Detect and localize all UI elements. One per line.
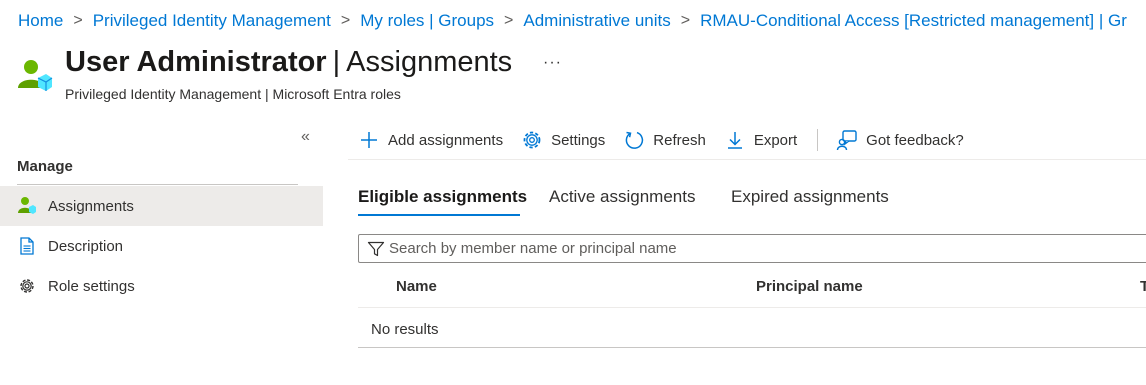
manage-heading: Manage [17,158,73,175]
active-tab-indicator [358,214,520,216]
feedback-button[interactable]: Got feedback? [836,129,964,151]
more-options-button[interactable]: ··· [543,54,562,72]
sidebar-item-label: Assignments [48,197,134,215]
breadcrumb-home[interactable]: Home [18,11,63,31]
breadcrumb-pim[interactable]: Privileged Identity Management [93,11,331,31]
page-title: User Administrator | Assignments [65,46,512,79]
settings-label: Settings [551,131,606,149]
tab-expired-assignments[interactable]: Expired assignments [731,187,889,207]
page-subtitle: Privileged Identity Management | Microso… [65,86,401,102]
refresh-icon [623,129,645,151]
table-header-divider [358,307,1146,308]
refresh-button[interactable]: Refresh [623,129,706,151]
search-box [358,234,1146,263]
breadcrumb-rmau[interactable]: RMAU-Conditional Access [Restricted mana… [700,11,1127,31]
document-icon [17,236,37,256]
no-results-text: No results [371,321,439,338]
add-assignments-button[interactable]: Add assignments [358,129,503,151]
chevron-right-icon: > [73,12,83,29]
sidebar-item-role-settings[interactable]: Role settings [0,266,323,306]
toolbar-divider-line [348,159,1146,160]
column-header-type[interactable]: T [1140,278,1146,295]
download-icon [724,129,746,151]
table-bottom-divider [358,347,1146,348]
breadcrumb-my-roles-groups[interactable]: My roles | Groups [360,11,494,31]
add-assignments-label: Add assignments [388,131,504,149]
chevron-right-icon: > [680,12,691,29]
page-title-separator: | [332,46,341,78]
chevron-right-icon: > [340,12,351,29]
column-header-principal-name[interactable]: Principal name [756,278,863,295]
sidebar-item-label: Role settings [48,277,135,295]
refresh-label: Refresh [653,131,706,149]
feedback-label: Got feedback? [866,131,964,149]
collapse-sidebar-icon[interactable]: « [301,128,310,146]
tab-active-assignments[interactable]: Active assignments [549,187,695,207]
page-title-section: Assignments [346,46,513,78]
filter-icon [367,240,385,258]
sidebar-item-assignments[interactable]: Assignments [0,186,323,226]
export-label: Export [753,131,798,149]
toolbar-divider [817,129,819,151]
gear-icon [17,276,37,296]
feedback-icon [836,129,858,151]
breadcrumb: Home > Privileged Identity Management > … [18,11,1127,31]
search-input[interactable] [389,240,1129,257]
command-bar: Add assignments Settings Refresh Export … [358,124,982,156]
breadcrumb-administrative-units[interactable]: Administrative units [523,11,670,31]
export-button[interactable]: Export [724,129,797,151]
gear-icon [521,129,543,151]
column-header-name[interactable]: Name [396,278,437,295]
sidebar-item-description[interactable]: Description [0,226,323,266]
user-role-icon [17,196,37,216]
user-role-icon [17,58,53,94]
chevron-right-icon: > [504,12,514,29]
tab-eligible-assignments[interactable]: Eligible assignments [358,187,527,207]
settings-button[interactable]: Settings [521,129,605,151]
manage-divider [17,184,298,185]
pim-assignments-page: Home > Privileged Identity Management > … [0,0,1146,385]
sidebar-item-label: Description [48,237,124,255]
plus-icon [358,129,380,151]
page-title-role: User Administrator [65,46,327,78]
